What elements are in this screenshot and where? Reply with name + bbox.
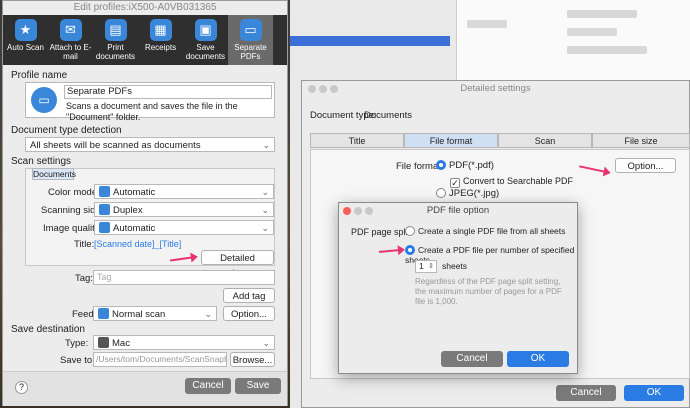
cancel-button[interactable]: Cancel [556,385,616,401]
browse-button[interactable]: Browse... [230,352,275,367]
profile-name-label: Profile name [11,70,68,81]
toolbar-print-documents[interactable]: ▤ Print documents [93,15,138,65]
stepper-icon[interactable]: ⇕ [428,261,434,272]
toolbar-receipts[interactable]: ▦ Receipts [138,15,183,65]
edit-profiles-window: Edit profiles:iX500-A0VB031365 ★ Auto Sca… [2,0,288,406]
feed-option-button[interactable]: Option... [223,306,275,321]
background-document [456,0,690,80]
color-mode-label: Color mode: [48,187,100,198]
printer-icon: ▤ [104,19,127,41]
pointer-arrow [378,249,400,253]
toolbar-attach-email[interactable]: ✉ Attach to E-mail [48,15,93,65]
duplex-icon [99,204,110,215]
chevron-down-icon: ⌄ [204,309,212,319]
sheets-label: sheets [442,261,468,271]
feed-icon [98,308,109,319]
toolbar-auto-scan[interactable]: ★ Auto Scan [3,15,48,65]
tab-file-format[interactable]: File format [404,133,498,148]
computer-icon [98,337,109,348]
tag-input[interactable]: Tag [93,270,275,285]
documents-tab[interactable]: Documents [32,168,76,180]
sheets-stepper[interactable]: 1 ⇕ [415,260,437,273]
help-button[interactable]: ? [15,381,28,394]
folder-icon: ▭ [239,19,262,41]
receipt-icon: ▦ [149,19,172,41]
profile-name-box: ▭ Separate PDFs Scans a document and sav… [25,82,275,122]
star-icon: ★ [14,19,37,41]
window-title: Detailed settings [460,83,531,94]
page-split-label: PDF page split: [351,227,413,237]
color-icon [99,186,110,197]
background-bar [290,36,450,46]
chevron-down-icon: ⌄ [262,140,270,150]
ok-button[interactable]: OK [624,385,684,401]
format-jpeg-radio[interactable]: JPEG(*.jpg) [436,188,499,199]
type-select[interactable]: Mac ⌄ [93,335,275,350]
chevron-down-icon: ⌄ [261,205,269,215]
mail-icon: ✉ [59,19,82,41]
window-title: Edit profiles:iX500-A0VB031365 [73,2,217,13]
save-destination-label: Save destination [11,324,85,335]
cancel-button[interactable]: Cancel [185,378,231,394]
tag-label: Tag: [75,273,93,284]
image-quality-select[interactable]: Automatic ⌄ [94,220,274,235]
quality-icon [99,222,110,233]
format-pdf-radio[interactable]: PDF(*.pdf) [436,160,494,171]
add-tag-button[interactable]: Add tag [223,288,275,303]
convert-searchable-checkbox[interactable]: ✓ Convert to Searchable PDF [450,176,573,188]
cancel-button[interactable]: Cancel [441,351,503,367]
tab-scan[interactable]: Scan [498,133,592,148]
save-button[interactable]: Save [235,378,281,394]
folder-save-icon: ▣ [194,19,217,41]
chevron-down-icon: ⌄ [261,223,269,233]
type-label: Type: [65,338,89,349]
detailed-settings-button[interactable]: Detailed settings... [201,250,274,279]
save-to-label: Save to: [60,355,95,366]
folder-icon: ▭ [31,87,57,113]
title-label: Title: [74,239,95,250]
profile-description[interactable]: Scans a document and saves the file in t… [66,101,274,123]
scanning-side-select[interactable]: Duplex ⌄ [94,202,274,217]
tab-file-size[interactable]: File size [592,133,690,148]
doc-type-value: Documents [364,110,413,121]
toolbar-separate-pdfs[interactable]: ▭ Separate PDFs [228,15,273,65]
chevron-down-icon: ⌄ [261,187,269,197]
pdf-file-option-dialog: PDF file option PDF page split: Create a… [338,202,578,374]
profile-toolbar: ★ Auto Scan ✉ Attach to E-mail ▤ Print docu… [3,15,287,65]
single-pdf-radio[interactable]: Create a single PDF file from all sheets [405,226,565,236]
doc-type-select[interactable]: All sheets will be scanned as documents ⌄ [25,137,275,152]
page-limit-note: Regardless of the PDF page split setting… [415,277,562,306]
dialog-title: PDF file option [426,205,490,216]
tab-title[interactable]: Title [310,133,404,148]
chevron-down-icon: ⌄ [262,338,270,348]
color-mode-select[interactable]: Automatic ⌄ [94,184,274,199]
format-option-button[interactable]: Option... [615,158,676,173]
title-value[interactable]: [Scanned date]_[Title] [94,239,181,249]
scan-settings-group: Documents Color mode: Automatic ⌄ Scannin… [25,168,275,279]
ok-button[interactable]: OK [507,351,569,367]
doc-type-label: Document type detection [11,125,122,136]
settings-tabs: Title File format Scan File size [310,133,690,149]
save-to-input[interactable]: /Users/tom/Documents/ScanSnapHom [93,352,227,367]
scan-settings-label: Scan settings [11,156,72,167]
feed-select[interactable]: Normal scan ⌄ [93,306,217,321]
profile-name-input[interactable]: Separate PDFs [64,85,272,99]
toolbar-save-documents[interactable]: ▣ Save documents [183,15,228,65]
